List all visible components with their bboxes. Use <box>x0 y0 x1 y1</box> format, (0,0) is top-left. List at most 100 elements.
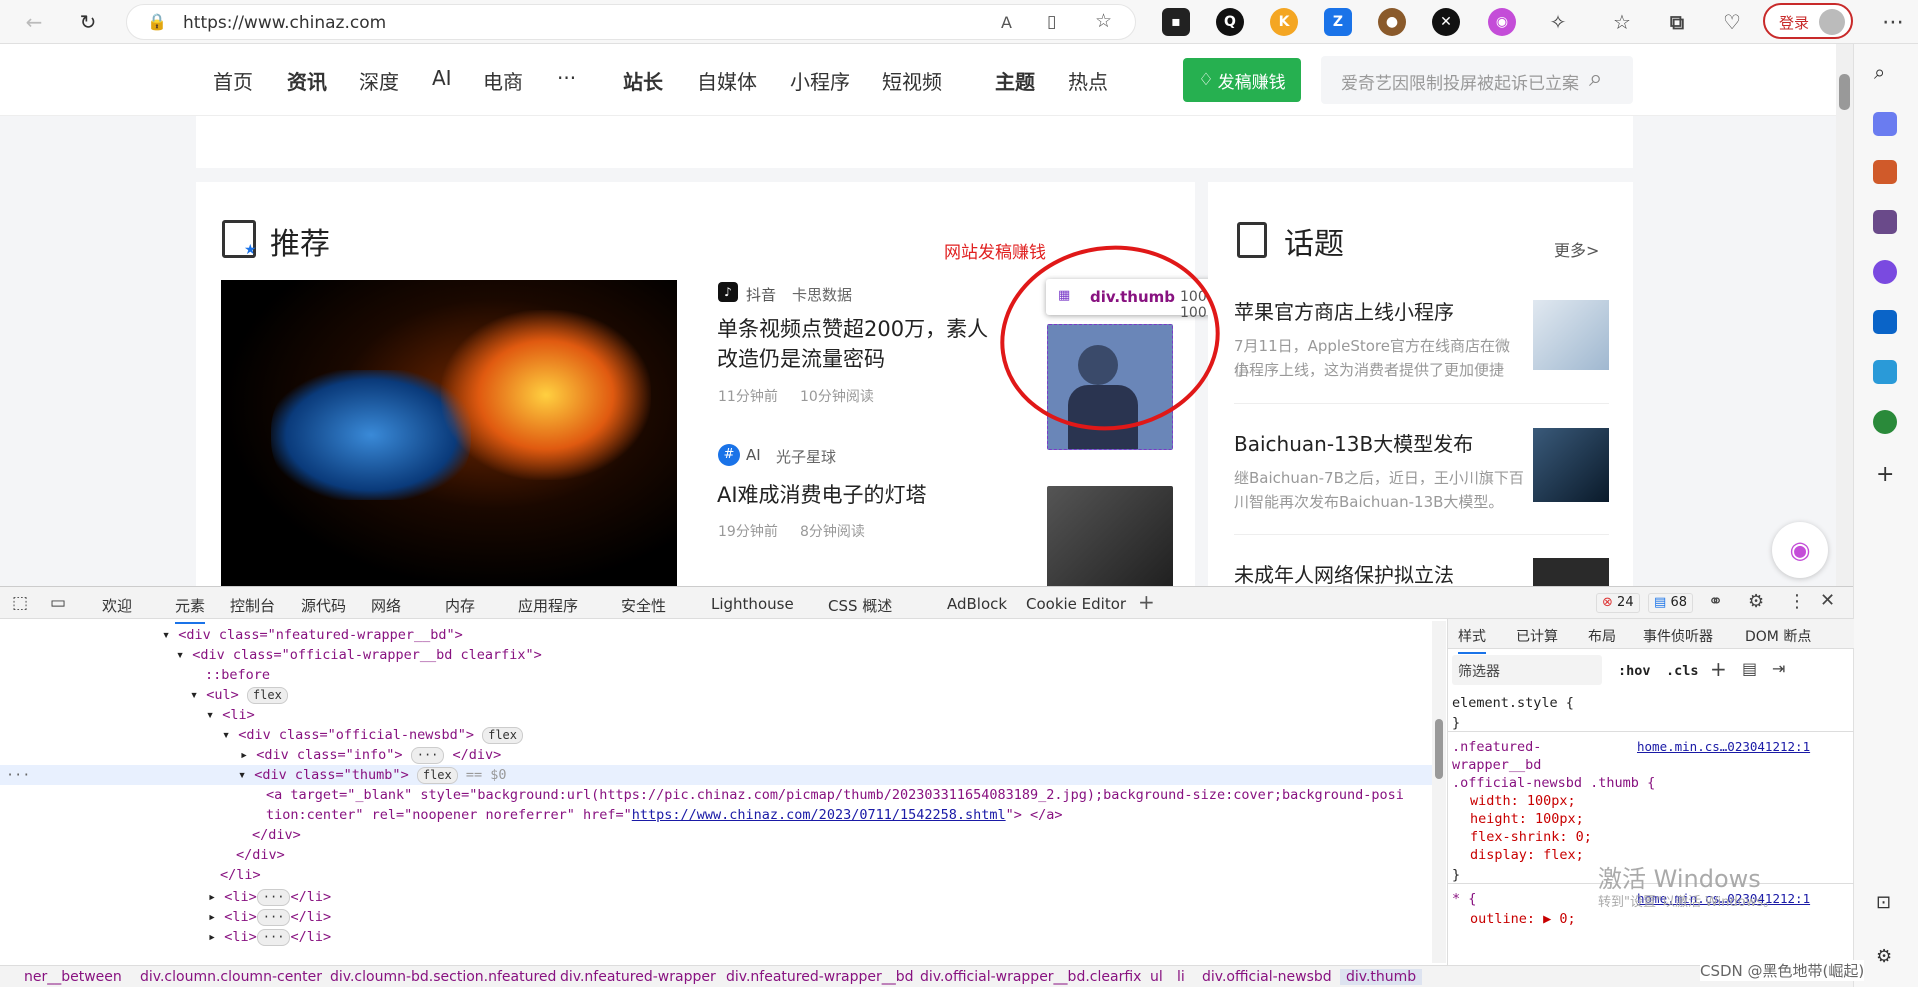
devtools-tabbar: ⬚ ▭ 欢迎 元素 控制台 源代码 网络 内存 应用程序 安全性 Lightho… <box>0 587 1853 624</box>
collapsed-badge[interactable]: ··· <box>256 929 291 946</box>
dom-line[interactable]: ▾ <li> <box>206 707 255 723</box>
breadcrumb-item-active[interactable]: div.thumb <box>1340 969 1423 985</box>
error-icon: ⊗ <box>1602 595 1613 610</box>
scrollbar-thumb[interactable] <box>1435 719 1443 779</box>
hov-toggle[interactable]: :hov <box>1618 663 1651 679</box>
rule-brace: } <box>1452 715 1461 731</box>
dom-line[interactable]: ▾ <div class="nfeatured-wrapper__bd"> <box>162 627 463 643</box>
css-property[interactable]: outline: ▶ 0; <box>1470 911 1576 927</box>
rule-selector[interactable]: .official-newsbd .thumb { <box>1452 775 1655 791</box>
devtools-tab[interactable]: AdBlock <box>947 595 1007 613</box>
error-count: 24 <box>1617 595 1634 610</box>
device-icon[interactable]: ▭ <box>50 593 66 613</box>
devtools-tab-elements[interactable]: 元素 <box>175 595 206 624</box>
dom-line[interactable]: </div> <box>236 847 285 863</box>
devtools-tab[interactable]: 控制台 <box>230 595 275 616</box>
watermark-text: 激活 Windows <box>1598 865 1761 893</box>
breadcrumb-item[interactable]: div.official-newsbd <box>1202 969 1332 985</box>
dom-line[interactable]: <a target="_blank" style="background:url… <box>266 787 1404 803</box>
devtools-tab[interactable]: 安全性 <box>621 595 666 616</box>
flex-badge[interactable]: flex <box>416 767 458 784</box>
close-devtools-icon[interactable]: ✕ <box>1820 590 1835 611</box>
settings-icon[interactable]: ⚙ <box>1748 591 1764 612</box>
breadcrumb-item[interactable]: ul <box>1150 969 1163 985</box>
message-icon: ▤ <box>1654 595 1667 610</box>
csdn-watermark: CSDN @黑色地带(崛起) <box>1700 960 1865 981</box>
message-count: 68 <box>1670 595 1687 610</box>
styles-tab[interactable]: DOM 断点 <box>1745 626 1811 646</box>
collapsed-badge[interactable]: ··· <box>256 909 291 926</box>
breadcrumb-item[interactable]: ner__between <box>24 969 122 985</box>
dom-text: </div> <box>452 747 502 763</box>
devtools-tab[interactable]: 内存 <box>445 595 475 616</box>
dom-line[interactable]: ::before <box>205 667 270 683</box>
add-tab-icon[interactable]: + <box>1138 590 1155 614</box>
breadcrumb-item[interactable]: div.official-wrapper__bd.clearfix <box>920 969 1141 985</box>
styles-tab[interactable]: 布局 <box>1588 626 1616 646</box>
css-property[interactable]: display: flex; <box>1470 847 1584 863</box>
add-rule-icon[interactable]: + <box>1710 657 1727 681</box>
styles-filter-input[interactable]: 筛选器 <box>1452 655 1602 685</box>
breadcrumb-item[interactable]: li <box>1177 969 1185 985</box>
inspect-icon[interactable]: ⬚ <box>12 593 28 613</box>
dom-text: </li> <box>290 909 332 925</box>
dom-line[interactable]: ▾ <div class="official-wrapper__bd clear… <box>176 647 542 663</box>
flex-badge[interactable]: flex <box>482 727 524 744</box>
dollar-zero: == $0 <box>465 767 507 783</box>
devtools-tab[interactable]: Lighthouse <box>711 595 794 613</box>
devtools-tab[interactable]: 欢迎 <box>102 595 132 616</box>
rule-selector[interactable]: wrapper__bd <box>1452 757 1541 773</box>
dom-line[interactable]: ▸ <div class="info"> ··· </div> <box>240 747 501 764</box>
connect-icon[interactable]: ⚭ <box>1708 591 1723 612</box>
dom-line[interactable]: ▾ <ul> flex <box>190 687 288 704</box>
message-count-badge[interactable]: ▤ 68 <box>1648 593 1693 613</box>
paint-icon[interactable]: ▤ <box>1742 659 1757 678</box>
rule-selector[interactable]: .nfeatured- <box>1452 739 1541 755</box>
css-property[interactable]: flex-shrink: 0; <box>1470 829 1592 845</box>
collapsed-badge[interactable]: ··· <box>256 889 291 906</box>
styles-pane: 样式 已计算 布局 事件侦听器 DOM 断点 筛选器 :hov .cls + ▤… <box>1447 619 1854 969</box>
row-menu-icon[interactable]: ··· <box>6 767 30 783</box>
href-link[interactable]: https://www.chinaz.com/2023/0711/1542258… <box>632 807 1006 823</box>
dom-line[interactable]: ▸ <li> ··· </li> <box>208 889 331 906</box>
css-property[interactable]: height: 100px; <box>1470 811 1584 827</box>
styles-tab[interactable]: 样式 <box>1458 626 1486 654</box>
dom-breadcrumbs: ner__between div.cloumn.cloumn-center di… <box>0 965 1853 987</box>
breadcrumb-item[interactable]: div.nfeatured-wrapper__bd <box>726 969 913 985</box>
rule-source-link[interactable]: home.min.cs…023041212:1 <box>1637 739 1810 754</box>
dom-line-selected[interactable]: ▾ <div class="thumb"> flex == $0 <box>238 767 507 784</box>
error-count-badge[interactable]: ⊗ 24 <box>1596 593 1640 613</box>
devtools-tab[interactable]: CSS 概述 <box>828 595 892 616</box>
divider <box>1448 731 1854 732</box>
dom-text: <div class="info"> <box>256 747 403 763</box>
devtools-tab[interactable]: 应用程序 <box>518 595 578 616</box>
styles-tab[interactable]: 事件侦听器 <box>1643 626 1713 646</box>
dom-text: <ul> <box>206 687 239 703</box>
element-style-rule[interactable]: element.style { <box>1452 695 1574 711</box>
styles-tab[interactable]: 已计算 <box>1516 626 1558 646</box>
sidebar-toggle-icon[interactable]: ⇥ <box>1772 659 1785 678</box>
dom-line[interactable]: ▸ <li> ··· </li> <box>208 929 331 946</box>
dom-line[interactable]: </li> <box>220 867 261 883</box>
dom-text: <li> <box>224 929 257 945</box>
dom-line[interactable]: tion:center" rel="noopener noreferrer" h… <box>266 807 1063 823</box>
dom-line[interactable]: </div> <box>252 827 301 843</box>
cls-toggle[interactable]: .cls <box>1666 663 1699 679</box>
rule-selector[interactable]: * { <box>1452 891 1476 907</box>
devtools-tab[interactable]: 源代码 <box>301 595 346 616</box>
devtools-panel: ⬚ ▭ 欢迎 元素 控制台 源代码 网络 内存 应用程序 安全性 Lightho… <box>0 586 1854 987</box>
breadcrumb-item[interactable]: div.nfeatured-wrapper <box>560 969 716 985</box>
flex-badge[interactable]: flex <box>246 687 288 704</box>
dom-line[interactable]: ▾ <div class="official-newsbd"> flex <box>222 727 524 744</box>
breadcrumb-item[interactable]: div.cloumn-bd.section.nfeatured <box>330 969 556 985</box>
devtools-tab[interactable]: 网络 <box>371 595 401 616</box>
css-property[interactable]: width: 100px; <box>1470 793 1576 809</box>
dom-line[interactable]: ▸ <li> ··· </li> <box>208 909 331 926</box>
breadcrumb-item[interactable]: div.cloumn.cloumn-center <box>140 969 322 985</box>
more-icon[interactable]: ⋮ <box>1788 591 1806 612</box>
dom-scrollbar[interactable] <box>1432 621 1446 963</box>
collapsed-badge[interactable]: ··· <box>410 747 445 764</box>
watermark-text: 转到"设置"以激活 Windows。 <box>1598 895 1777 910</box>
selected-dom-row <box>0 765 1438 785</box>
devtools-tab[interactable]: Cookie Editor <box>1026 595 1126 613</box>
